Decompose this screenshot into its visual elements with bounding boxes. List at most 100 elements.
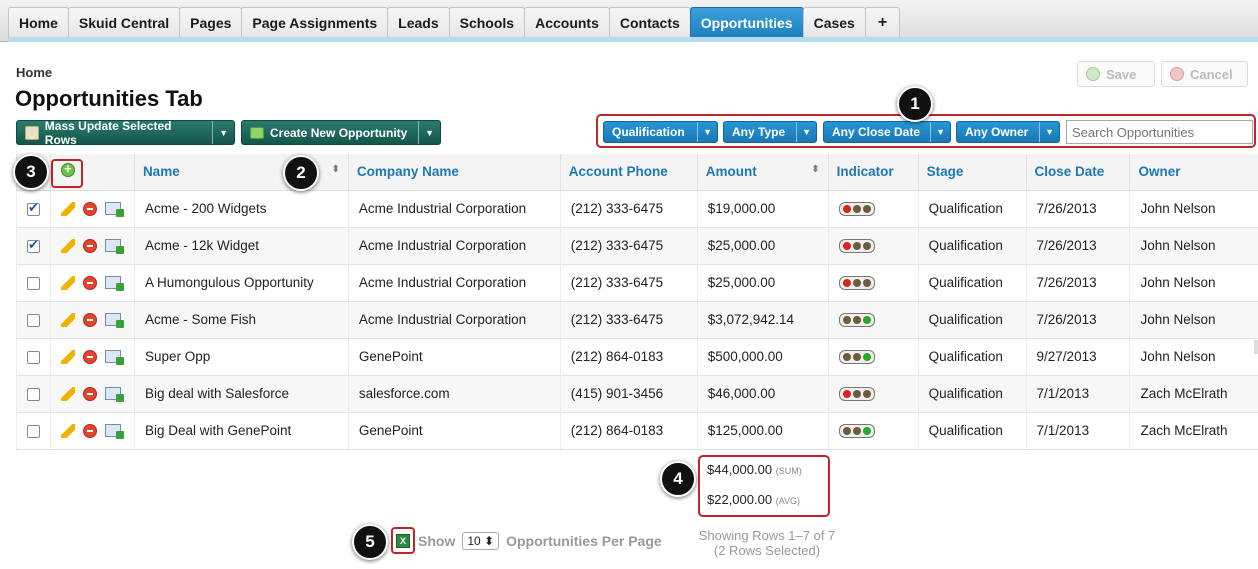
filter-close-date[interactable]: Any Close Date ▼ (823, 121, 951, 143)
create-new-opportunity-button[interactable]: Create New Opportunity ▼ (241, 120, 441, 145)
open-record-icon[interactable] (104, 313, 124, 328)
stage-cell[interactable]: Qualification (917, 189, 1027, 227)
save-button[interactable]: Save (1077, 61, 1155, 87)
phone-cell[interactable]: (212) 333-6475 (559, 263, 698, 301)
chevron-down-icon[interactable]: ▼ (796, 122, 816, 142)
chevron-down-icon[interactable]: ▼ (212, 121, 234, 144)
row-checkbox[interactable] (27, 276, 40, 290)
name-cell[interactable]: Big Deal with GenePoint (133, 411, 349, 450)
close-date-cell[interactable]: 9/27/2013 (1025, 337, 1130, 375)
close-date-cell[interactable]: 7/26/2013 (1025, 300, 1130, 338)
column-header-amount[interactable]: Amount ⬍ (696, 154, 829, 191)
delete-icon[interactable] (82, 423, 97, 438)
column-header-account-phone[interactable]: Account Phone (559, 154, 698, 191)
stage-cell[interactable]: Qualification (917, 337, 1027, 375)
sort-icon[interactable]: ⬍ (331, 164, 339, 175)
cancel-button[interactable]: Cancel (1161, 61, 1248, 87)
company-cell[interactable]: GenePoint (347, 411, 561, 450)
row-checkbox[interactable] (27, 200, 40, 216)
tab-skuid-central[interactable]: Skuid Central (67, 7, 181, 38)
close-date-cell[interactable]: 7/1/2013 (1025, 374, 1130, 412)
pencil-icon[interactable] (60, 312, 75, 327)
amount-cell[interactable]: $19,000.00 (696, 189, 829, 227)
filter-stage[interactable]: Qualification ▼ (603, 121, 718, 143)
stage-cell[interactable]: Qualification (917, 226, 1027, 264)
stage-cell[interactable]: Qualification (917, 263, 1027, 301)
name-cell[interactable]: Acme - 12k Widget (133, 226, 349, 264)
row-checkbox[interactable] (27, 387, 40, 401)
open-record-icon[interactable] (104, 202, 124, 217)
open-record-icon[interactable] (104, 424, 124, 439)
chevron-down-icon[interactable]: ▼ (930, 122, 950, 142)
column-header-close-date[interactable]: Close Date (1025, 154, 1130, 191)
pencil-icon[interactable] (60, 238, 75, 253)
amount-cell[interactable]: $25,000.00 (696, 263, 829, 301)
column-header-stage[interactable]: Stage (917, 154, 1027, 191)
phone-cell[interactable]: (212) 333-6475 (559, 300, 698, 338)
open-record-icon[interactable] (104, 387, 124, 402)
table-row[interactable]: Acme - Some Fish Acme Industrial Corporat… (16, 300, 1258, 338)
search-input[interactable] (1066, 120, 1253, 144)
delete-icon[interactable] (82, 386, 97, 401)
phone-cell[interactable]: (212) 864-0183 (559, 411, 698, 450)
owner-cell[interactable]: John Nelson (1129, 226, 1258, 264)
delete-icon[interactable] (82, 238, 97, 253)
row-checkbox[interactable] (27, 424, 40, 438)
tab-pages[interactable]: Pages (179, 7, 243, 38)
phone-cell[interactable]: (212) 864-0183 (559, 337, 698, 375)
close-date-cell[interactable]: 7/26/2013 (1025, 263, 1130, 301)
mass-update-button[interactable]: Mass Update Selected Rows ▼ (16, 119, 235, 147)
company-cell[interactable]: Acme Industrial Corporation (347, 189, 561, 227)
owner-cell[interactable]: Zach McElrath (1129, 374, 1258, 412)
tab-home[interactable]: Home (8, 7, 69, 38)
amount-cell[interactable]: $125,000.00 (696, 411, 829, 450)
delete-icon[interactable] (82, 349, 97, 364)
sort-icon[interactable]: ⬍ (811, 164, 819, 175)
stage-cell[interactable]: Qualification (917, 300, 1027, 338)
tab-cases[interactable]: Cases (802, 7, 866, 38)
close-date-cell[interactable]: 7/26/2013 (1025, 189, 1130, 227)
delete-icon[interactable] (82, 201, 97, 216)
table-row[interactable]: Super Opp GenePoint (212) 864-0183 $500,000… (16, 337, 1258, 375)
stage-cell[interactable]: Qualification (917, 411, 1027, 450)
delete-icon[interactable] (82, 312, 97, 327)
name-cell[interactable]: Acme - 200 Widgets (133, 189, 349, 227)
company-cell[interactable]: Acme Industrial Corporation (347, 226, 561, 264)
name-cell[interactable]: Super Opp (133, 337, 349, 375)
page-size-select[interactable]: 10 ⬍ (462, 532, 500, 550)
owner-cell[interactable]: John Nelson (1129, 189, 1258, 227)
tab-contacts[interactable]: Contacts (608, 7, 691, 38)
pencil-icon[interactable] (60, 386, 75, 401)
tab-page-assignments[interactable]: Page Assignments (241, 7, 389, 38)
company-cell[interactable]: Acme Industrial Corporation (347, 300, 561, 338)
name-cell[interactable]: Acme - Some Fish (133, 300, 349, 338)
chevron-down-icon[interactable]: ▼ (418, 121, 440, 144)
pencil-icon[interactable] (60, 423, 75, 438)
table-row[interactable]: Acme - 200 WidgetsAcme Industrial Corpor… (16, 189, 1258, 227)
column-header-owner[interactable]: Owner (1129, 154, 1258, 191)
name-cell[interactable]: A Humongulous Opportunity (133, 263, 349, 301)
pencil-icon[interactable] (60, 201, 75, 216)
phone-cell[interactable]: (212) 333-6475 (559, 226, 698, 264)
pencil-icon[interactable] (60, 275, 75, 290)
amount-cell[interactable]: $3,072,942.14 (696, 300, 829, 338)
row-checkbox[interactable] (27, 313, 40, 327)
amount-cell[interactable]: $500,000.00 (696, 337, 829, 375)
tab-accounts[interactable]: Accounts (524, 7, 610, 38)
row-checkbox[interactable] (27, 237, 40, 253)
chevron-down-icon[interactable]: ▼ (697, 122, 717, 142)
phone-cell[interactable]: (415) 901-3456 (559, 374, 698, 412)
company-cell[interactable]: Acme Industrial Corporation (347, 263, 561, 301)
phone-cell[interactable]: (212) 333-6475 (559, 189, 698, 227)
stage-cell[interactable]: Qualification (917, 374, 1027, 412)
owner-cell[interactable]: John Nelson (1129, 263, 1258, 301)
amount-cell[interactable]: $46,000.00 (696, 374, 829, 412)
filter-type[interactable]: Any Type ▼ (723, 121, 817, 143)
scrollbar-handle[interactable] (1254, 340, 1258, 354)
open-record-icon[interactable] (104, 276, 124, 291)
name-cell[interactable]: Big deal with Salesforce (133, 374, 349, 412)
excel-export-icon[interactable]: X (396, 533, 410, 548)
delete-icon[interactable] (82, 275, 97, 290)
breadcrumb[interactable]: Home (16, 65, 52, 80)
table-row[interactable]: Big Deal with GenePoint GenePoint (212) 86… (16, 411, 1258, 450)
